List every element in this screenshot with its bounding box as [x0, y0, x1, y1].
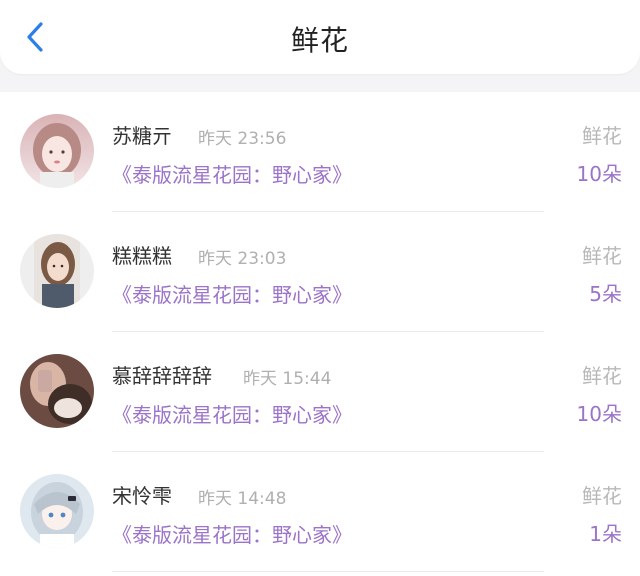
list-item[interactable]: 慕辞辞辞辞 昨天 15:44 《泰版流星花园：野心家》 鲜花 10朵: [0, 332, 640, 452]
list-item[interactable]: 宋怜雫 昨天 14:48 《泰版流星花园：野心家》 鲜花 1朵: [0, 452, 640, 572]
divider: [112, 571, 544, 572]
avatar[interactable]: [20, 114, 94, 188]
timestamp: 昨天 23:03: [198, 249, 287, 269]
page-title: 鲜花: [290, 24, 349, 57]
timestamp: 昨天 23:56: [198, 129, 287, 149]
book-title-link[interactable]: 《泰版流星花园：野心家》: [112, 279, 352, 308]
gift-type: 鲜花: [582, 364, 622, 388]
avatar[interactable]: [20, 234, 94, 308]
top-nav-bar: 鲜花: [0, 0, 640, 74]
gift-type: 鲜花: [582, 124, 622, 148]
avatar[interactable]: [20, 474, 94, 548]
book-title-link[interactable]: 《泰版流星花园：野心家》: [112, 519, 352, 548]
gift-type: 鲜花: [582, 484, 622, 508]
list-item[interactable]: 糕糕糕 昨天 23:03 《泰版流星花园：野心家》 鲜花 5朵: [0, 212, 640, 332]
flower-gift-list: 苏糖亓 昨天 23:56 《泰版流星花园：野心家》 鲜花 10朵 糕糕糕 昨天 …: [0, 92, 640, 576]
gift-count: 10朵: [576, 162, 622, 186]
list-item[interactable]: 苏糖亓 昨天 23:56 《泰版流星花园：野心家》 鲜花 10朵: [0, 92, 640, 212]
user-name: 糕糕糕: [112, 244, 172, 268]
gift-count: 10朵: [576, 402, 622, 426]
book-title-link[interactable]: 《泰版流星花园：野心家》: [112, 159, 352, 188]
gift-type: 鲜花: [582, 244, 622, 268]
user-name: 苏糖亓: [112, 124, 172, 148]
user-name: 慕辞辞辞辞: [112, 364, 212, 388]
book-title-link[interactable]: 《泰版流星花园：野心家》: [112, 399, 352, 428]
gift-count: 5朵: [589, 282, 622, 306]
gift-count: 1朵: [589, 522, 622, 546]
avatar[interactable]: [20, 354, 94, 428]
user-name: 宋怜雫: [112, 484, 172, 508]
timestamp: 昨天 14:48: [198, 489, 287, 509]
timestamp: 昨天 15:44: [243, 369, 332, 389]
